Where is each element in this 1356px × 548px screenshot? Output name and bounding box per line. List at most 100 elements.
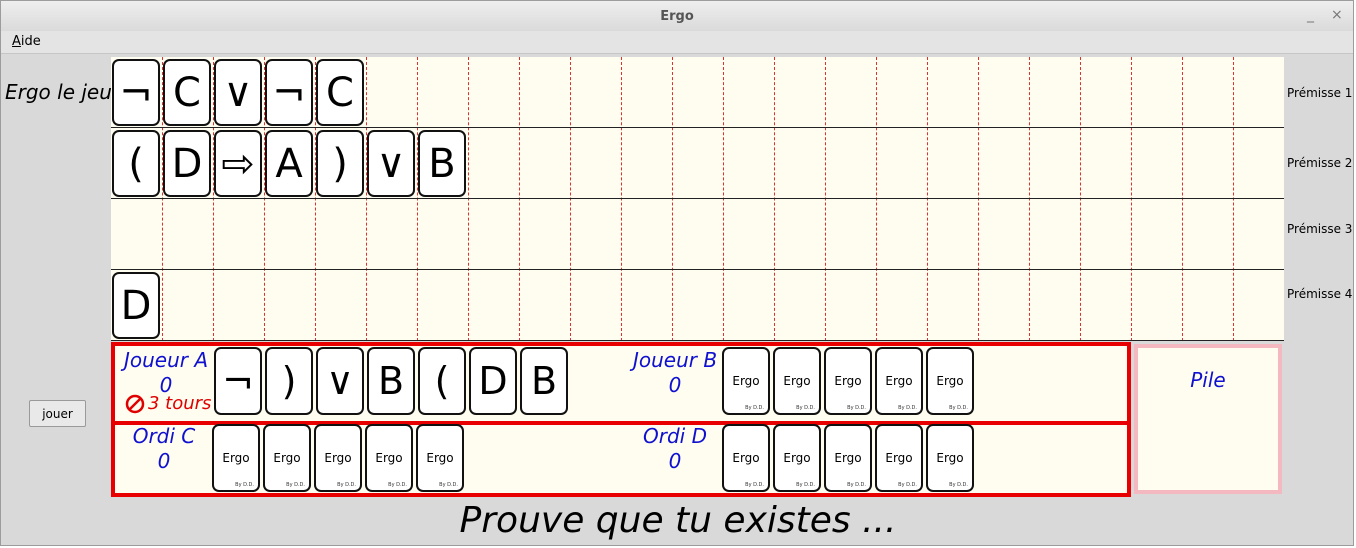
- board-grid-line: [519, 57, 520, 341]
- card-symbol: D: [478, 359, 508, 403]
- minimize-button[interactable]: _: [1307, 7, 1314, 23]
- card-symbol: ∨: [376, 140, 406, 187]
- premise-card[interactable]: ¬: [265, 59, 313, 126]
- pile-area[interactable]: Pile: [1134, 344, 1282, 494]
- board-grid-line: [723, 57, 724, 341]
- board-grid-line: [927, 57, 928, 341]
- card-symbol: D: [171, 140, 203, 187]
- player-c-card[interactable]: Ergo By D.D.: [416, 424, 464, 492]
- player-c-card[interactable]: Ergo By D.D.: [263, 424, 311, 492]
- premise-card[interactable]: ¬: [112, 59, 160, 126]
- card-back-label: Ergo: [936, 374, 964, 388]
- board-grid-line: [366, 57, 367, 341]
- card-back-footer: By D.D.: [949, 405, 968, 411]
- player-b-card[interactable]: Ergo By D.D.: [773, 347, 821, 415]
- premise-card[interactable]: ∨: [214, 59, 262, 126]
- card-back-footer: By D.D.: [847, 482, 866, 488]
- player-a-card[interactable]: ¬: [214, 347, 262, 415]
- close-button[interactable]: ×: [1331, 7, 1343, 23]
- pile-label: Pile: [1190, 368, 1226, 392]
- premise-row-divider: [111, 340, 1284, 341]
- board-grid-line: [417, 57, 418, 341]
- card-back-footer: By D.D.: [898, 405, 917, 411]
- card-symbol: C: [326, 69, 354, 116]
- player-a-card[interactable]: D: [469, 347, 517, 415]
- premise-card[interactable]: (: [112, 130, 160, 197]
- card-symbol: B: [530, 359, 558, 403]
- premise-label: Prémisse 4: [1287, 287, 1353, 301]
- card-back-footer: By D.D.: [898, 482, 917, 488]
- board-grid-line: [621, 57, 622, 341]
- card-symbol: ∨: [326, 359, 354, 403]
- player-c-card[interactable]: Ergo By D.D.: [314, 424, 362, 492]
- card-back-label: Ergo: [885, 451, 913, 465]
- card-back-footer: By D.D.: [796, 482, 815, 488]
- player-d-card[interactable]: Ergo By D.D.: [722, 424, 770, 492]
- premise-card[interactable]: ∨: [367, 130, 415, 197]
- player-b-card[interactable]: Ergo By D.D.: [722, 347, 770, 415]
- card-back-footer: By D.D.: [286, 482, 305, 488]
- card-symbol: C: [173, 69, 201, 116]
- premise-card[interactable]: C: [163, 59, 211, 126]
- jouer-button[interactable]: jouer: [29, 400, 86, 427]
- card-symbol: ⇨: [221, 140, 255, 187]
- card-back-label: Ergo: [426, 451, 454, 465]
- board-grid-line: [774, 57, 775, 341]
- player-a-card[interactable]: B: [520, 347, 568, 415]
- status-message: Prouve que tu existes ...: [459, 500, 897, 541]
- premise-card[interactable]: D: [112, 272, 160, 339]
- premise-card[interactable]: A: [265, 130, 313, 197]
- player-a-name: Joueur A: [123, 348, 209, 372]
- players-area: Joueur A 0 3 tours Joueur B 0 Ordi C 0 O…: [111, 342, 1131, 497]
- card-back-label: Ergo: [783, 451, 811, 465]
- card-symbol: ¬: [222, 359, 254, 403]
- player-c-card[interactable]: Ergo By D.D.: [212, 424, 260, 492]
- player-b-card[interactable]: Ergo By D.D.: [926, 347, 974, 415]
- player-c-score: 0: [157, 449, 171, 473]
- menu-aide[interactable]: Aide: [12, 34, 41, 49]
- player-d-card[interactable]: Ergo By D.D.: [926, 424, 974, 492]
- premise-card[interactable]: D: [163, 130, 211, 197]
- card-symbol: B: [428, 140, 456, 187]
- premise-label: Prémisse 3: [1287, 222, 1353, 236]
- player-d-card[interactable]: Ergo By D.D.: [875, 424, 923, 492]
- premise-board: ¬ C ∨ ¬ C (D ⇨ A) ∨ B D: [111, 57, 1284, 341]
- player-c-card[interactable]: Ergo By D.D.: [365, 424, 413, 492]
- window-title: Ergo: [660, 9, 694, 24]
- card-back-label: Ergo: [783, 374, 811, 388]
- card-symbol: ¬: [272, 69, 306, 116]
- card-back-footer: By D.D.: [235, 482, 254, 488]
- card-back-label: Ergo: [222, 451, 250, 465]
- player-d-card[interactable]: Ergo By D.D.: [773, 424, 821, 492]
- player-b-card[interactable]: Ergo By D.D.: [875, 347, 923, 415]
- board-grid-line: [1029, 57, 1030, 341]
- premise-row-divider: [111, 127, 1284, 128]
- card-back-label: Ergo: [834, 374, 862, 388]
- no-entry-icon: [125, 394, 145, 413]
- premise-card[interactable]: C: [316, 59, 364, 126]
- title-bar: Ergo _ ×: [1, 1, 1353, 32]
- game-title: Ergo le jeu: [5, 80, 112, 104]
- menu-bar: Aide: [1, 31, 1353, 54]
- player-b-name: Joueur B: [632, 348, 718, 372]
- board-grid-line: [1233, 57, 1234, 341]
- card-back-label: Ergo: [324, 451, 352, 465]
- board-grid-line: [1080, 57, 1081, 341]
- player-d-score: 0: [668, 449, 682, 473]
- premise-card[interactable]: ⇨: [214, 130, 262, 197]
- player-b-card[interactable]: Ergo By D.D.: [824, 347, 872, 415]
- card-symbol: (: [434, 359, 450, 403]
- premise-card[interactable]: ): [316, 130, 364, 197]
- premise-card[interactable]: B: [418, 130, 466, 197]
- card-back-footer: By D.D.: [745, 405, 764, 411]
- player-a-card[interactable]: (: [418, 347, 466, 415]
- card-back-footer: By D.D.: [745, 482, 764, 488]
- tours-text: 3 tours: [148, 393, 212, 414]
- board-grid-line: [1131, 57, 1132, 341]
- player-a-card[interactable]: ): [265, 347, 313, 415]
- board-grid-line: [672, 57, 673, 341]
- player-d-card[interactable]: Ergo By D.D.: [824, 424, 872, 492]
- player-a-card[interactable]: B: [367, 347, 415, 415]
- player-a-card[interactable]: ∨: [316, 347, 364, 415]
- card-back-label: Ergo: [834, 451, 862, 465]
